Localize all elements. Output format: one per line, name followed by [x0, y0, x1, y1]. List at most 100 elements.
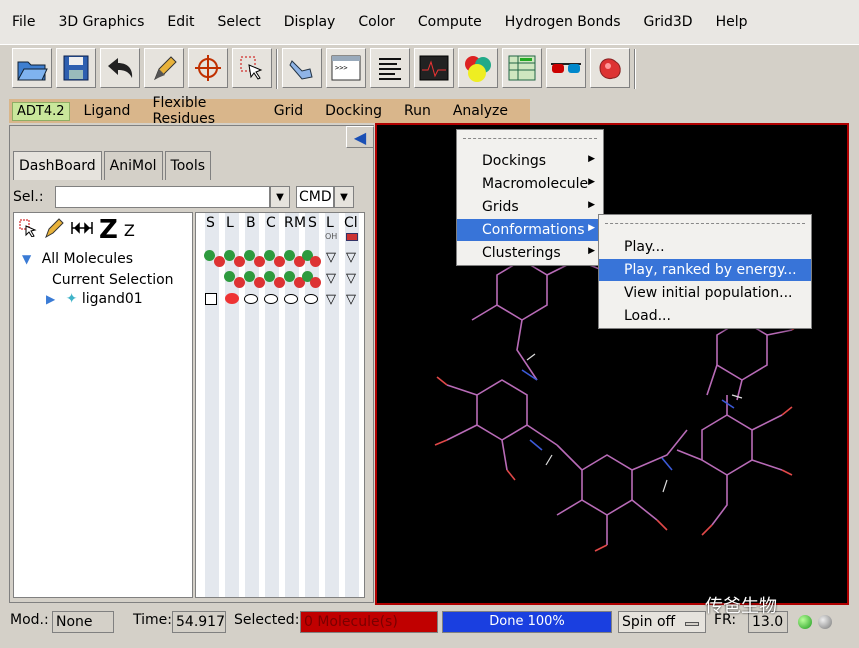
all-label-triangle[interactable]: ▽ — [326, 251, 336, 264]
save-disk-icon[interactable] — [56, 48, 96, 88]
tab-dashboard[interactable]: DashBoard — [13, 151, 102, 180]
menu-select[interactable]: Select — [218, 14, 261, 30]
menu-edit[interactable]: Edit — [167, 14, 194, 30]
all-lines-dot-off[interactable] — [234, 256, 245, 267]
selection-dropdown-button[interactable]: ▼ — [270, 186, 290, 208]
toolbar: >>> — [0, 44, 859, 96]
all-hide-dot[interactable] — [214, 256, 225, 267]
tree-all-molecules[interactable]: ▼ All Molecules — [22, 251, 133, 267]
stereo-glasses-icon[interactable] — [546, 48, 586, 88]
open-folder-icon[interactable] — [12, 48, 52, 88]
cur-msms-dot-off[interactable] — [310, 277, 321, 288]
status-green-light-icon — [798, 615, 812, 629]
zoom-big-icon[interactable]: Z — [99, 217, 118, 243]
menu-grid3d[interactable]: Grid3D — [644, 14, 693, 30]
menu-3d-graphics[interactable]: 3D Graphics — [58, 14, 144, 30]
adt-menu-grid[interactable]: Grid — [274, 103, 303, 119]
cur-balls-dot-off[interactable] — [254, 277, 265, 288]
menu-display[interactable]: Display — [284, 14, 336, 30]
adt-menu-analyze[interactable]: Analyze — [453, 103, 508, 119]
molecule-icon: ✦ — [65, 291, 78, 307]
left-panel: ◀ DashBoard AniMol Tools Sel.: ▼ CMD ▼ Z… — [9, 125, 374, 603]
center-target-icon[interactable] — [188, 48, 228, 88]
cmd-select[interactable]: CMD — [296, 186, 334, 208]
menu-item-grids[interactable]: Grids ▶ — [457, 196, 603, 218]
ligand-label: ligand01 — [81, 291, 143, 307]
menu-hydrogen-bonds[interactable]: Hydrogen Bonds — [505, 14, 621, 30]
adt-menu-flexible-residues[interactable]: Flexible Residues — [152, 95, 251, 127]
col-head-s: S — [206, 215, 215, 231]
ligand-color-triangle[interactable]: ▽ — [346, 293, 356, 306]
flag-icon — [346, 233, 358, 241]
menu-item-load[interactable]: Load... — [599, 305, 811, 327]
colored-spheres-icon[interactable] — [458, 48, 498, 88]
ligand-select-checkbox[interactable] — [205, 293, 217, 305]
menu-item-conformations[interactable]: Conformations ▶ — [457, 219, 603, 241]
cur-cpk-dot-off[interactable] — [274, 277, 285, 288]
tree-toolbar: Z Z — [19, 217, 141, 243]
ligand-lines-dot[interactable] — [225, 293, 239, 304]
ligand-balls-ring[interactable] — [244, 294, 258, 304]
collapse-triangle-icon[interactable]: ▶ — [46, 292, 55, 306]
cur-lines-dot-off[interactable] — [234, 277, 245, 288]
ligand-cpk-ring[interactable] — [264, 294, 278, 304]
tab-tools[interactable]: Tools — [164, 151, 212, 180]
measure-hand-icon[interactable] — [282, 48, 322, 88]
col-head-m: M — [294, 215, 307, 231]
tab-animol[interactable]: AniMol — [103, 151, 163, 180]
tearoff-line[interactable] — [463, 138, 597, 139]
cmd-dropdown-button[interactable]: ▼ — [334, 186, 354, 208]
cur-color-triangle[interactable]: ▽ — [346, 272, 356, 285]
tearoff-line[interactable] — [605, 223, 805, 224]
select-cursor-icon[interactable] — [19, 219, 37, 241]
ligand-structure — [434, 214, 803, 552]
menu-compute[interactable]: Compute — [418, 14, 482, 30]
selected-value: 0 Molecule(s) — [300, 611, 438, 633]
menu-file[interactable]: File — [12, 14, 35, 30]
undo-arrow-icon[interactable] — [100, 48, 140, 88]
menubar: File 3D Graphics Edit Select Display Color Com… — [0, 0, 859, 44]
select-cursor-icon[interactable] — [232, 48, 272, 88]
surface-blob-icon[interactable] — [590, 48, 630, 88]
spin-menubutton[interactable]: Spin off — [618, 611, 706, 633]
col-head-l: L — [226, 215, 234, 231]
mod-value: None — [52, 611, 114, 633]
cur-label-triangle[interactable]: ▽ — [326, 272, 336, 285]
conformations-submenu: Play... Play, ranked by energy... View i… — [598, 214, 812, 329]
left-tabs: DashBoard AniMol Tools — [13, 151, 213, 180]
time-label: Time: — [133, 612, 172, 628]
menu-item-play-ranked[interactable]: Play, ranked by energy... — [599, 259, 811, 281]
adt-menu-ligand[interactable]: Ligand — [84, 103, 131, 119]
all-color-triangle[interactable]: ▽ — [346, 251, 356, 264]
log-lines-icon[interactable] — [370, 48, 410, 88]
menu-item-clusterings[interactable]: Clusterings ▶ — [457, 242, 603, 264]
ligand-msms-ring[interactable] — [304, 294, 318, 304]
menu-item-view-initial-population[interactable]: View initial population... — [599, 282, 811, 304]
menu-item-play[interactable]: Play... — [599, 236, 811, 258]
menu-help[interactable]: Help — [716, 14, 748, 30]
3d-viewer[interactable] — [375, 123, 849, 605]
collapse-panel-button[interactable]: ◀ — [346, 126, 374, 148]
ligand-ribbon-ring[interactable] — [284, 294, 298, 304]
mod-label: Mod.: — [10, 612, 49, 628]
selection-input[interactable] — [55, 186, 270, 208]
dashboard-table-icon[interactable] — [502, 48, 542, 88]
tree-ligand[interactable]: ▶ ✦ ligand01 — [46, 291, 143, 307]
zoom-small-icon[interactable]: Z — [124, 221, 135, 240]
menu-item-macromolecule[interactable]: Macromolecule ▶ — [457, 173, 603, 195]
all-cpk-dot-off[interactable] — [274, 256, 285, 267]
ligand-label-triangle[interactable]: ▽ — [326, 293, 336, 306]
menu-item-dockings[interactable]: Dockings ▶ — [457, 150, 603, 172]
pick-pencil-icon[interactable] — [144, 48, 184, 88]
tree-current-selection[interactable]: Current Selection — [52, 272, 174, 288]
python-shell-icon[interactable]: >>> — [326, 48, 366, 88]
all-balls-dot-off[interactable] — [254, 256, 265, 267]
all-msms-dot-off[interactable] — [310, 256, 321, 267]
adt-menu-docking[interactable]: Docking — [325, 103, 382, 119]
adt-menu-run[interactable]: Run — [404, 103, 431, 119]
expand-arrows-icon[interactable] — [71, 219, 93, 241]
expand-triangle-icon[interactable]: ▼ — [22, 252, 31, 266]
pick-pencil-icon[interactable] — [43, 217, 65, 243]
oscilloscope-icon[interactable] — [414, 48, 454, 88]
menu-color[interactable]: Color — [358, 14, 395, 30]
